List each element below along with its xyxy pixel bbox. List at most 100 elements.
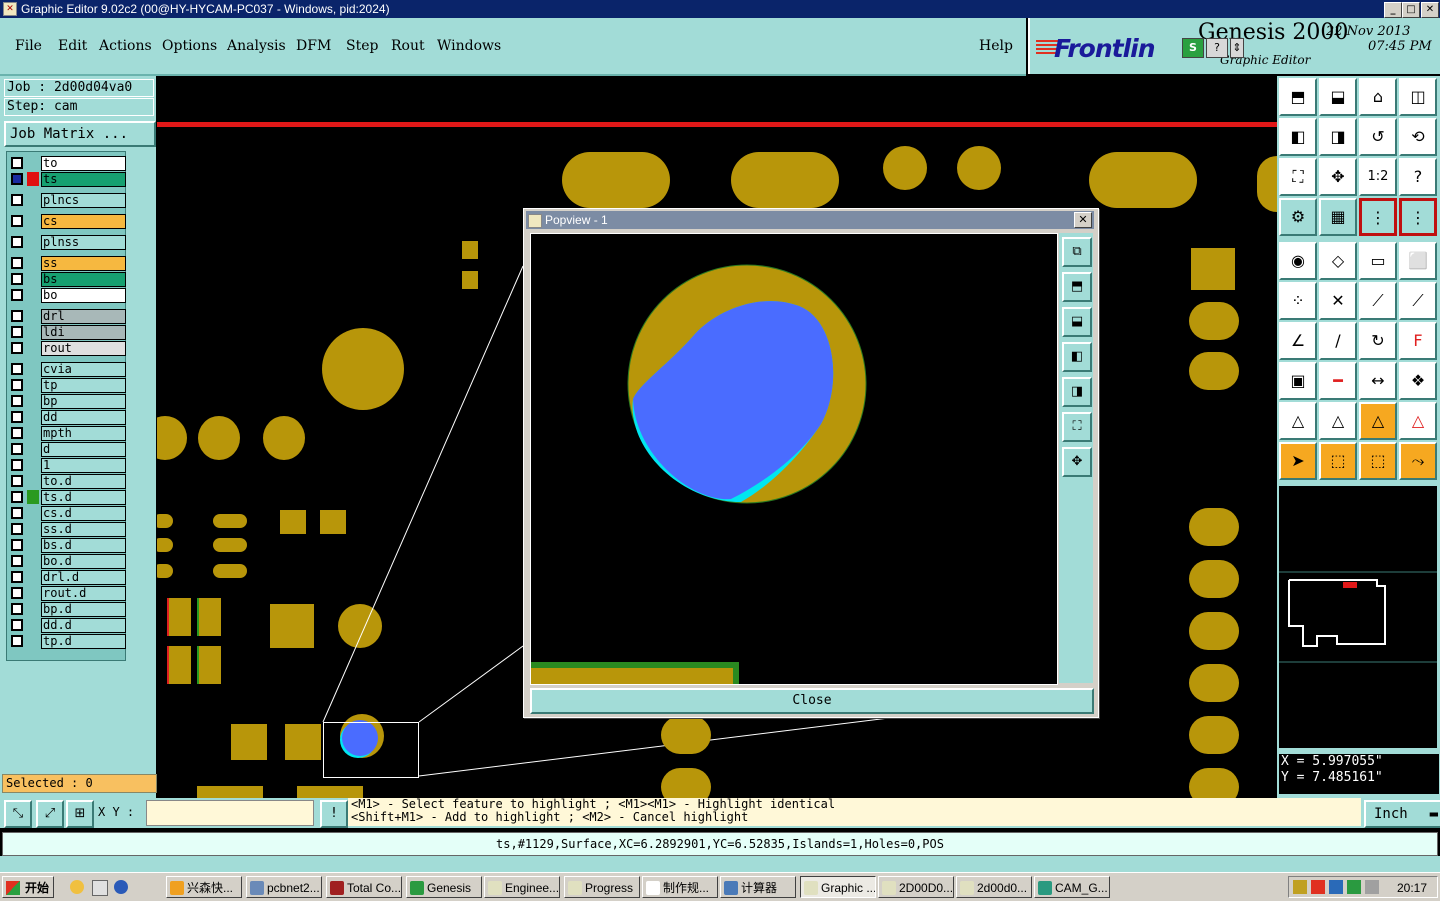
- ring-icon[interactable]: ⬜: [1399, 242, 1437, 280]
- layer-checkbox[interactable]: [11, 507, 23, 519]
- pv-fit-icon[interactable]: ⛶: [1062, 412, 1092, 442]
- copper-pad[interactable]: [1189, 612, 1239, 650]
- menu-windows[interactable]: Windows: [437, 38, 501, 54]
- quicklaunch-clock-icon[interactable]: [70, 880, 84, 894]
- tray-icon[interactable]: [1329, 880, 1343, 894]
- layer-name[interactable]: drl.d: [41, 570, 126, 585]
- layer-checkbox[interactable]: [11, 571, 23, 583]
- layer-name[interactable]: tp: [41, 378, 126, 393]
- layer-checkbox[interactable]: [11, 173, 23, 185]
- copper-pad[interactable]: [661, 716, 711, 754]
- menu-dfm[interactable]: DFM: [296, 38, 331, 54]
- layer-row[interactable]: drl: [7, 309, 126, 324]
- taskbar-item[interactable]: 2D00D0...: [878, 876, 954, 898]
- taskbar-item-active[interactable]: Graphic ...: [800, 876, 876, 898]
- snap-icon[interactable]: ⋮: [1359, 198, 1397, 236]
- tray-icon[interactable]: [1293, 880, 1307, 894]
- triangle-icon[interactable]: △: [1279, 402, 1317, 440]
- taskbar-clock[interactable]: 20:17: [1397, 880, 1427, 896]
- menu-file[interactable]: File: [15, 38, 42, 54]
- tray-icon[interactable]: [1311, 880, 1325, 894]
- layer-row[interactable]: rout: [7, 341, 126, 356]
- taskbar-item[interactable]: Progress: [564, 876, 640, 898]
- copper-pad[interactable]: [1189, 508, 1239, 546]
- select-box-icon[interactable]: ⬚: [1319, 442, 1357, 480]
- menu-step[interactable]: Step: [346, 38, 378, 54]
- layer-row[interactable]: cs: [7, 214, 126, 229]
- triangle-alt-icon[interactable]: △: [1319, 402, 1357, 440]
- menu-rout[interactable]: Rout: [391, 38, 425, 54]
- help-question-icon[interactable]: ?: [1206, 38, 1228, 58]
- scroll-arrows-icon[interactable]: ⇕: [1230, 38, 1244, 58]
- layer-name[interactable]: ts.d: [41, 490, 126, 505]
- minus-icon[interactable]: ━: [1319, 362, 1357, 400]
- quicklaunch-doc-icon[interactable]: [92, 880, 108, 896]
- copper-pad[interactable]: [1189, 302, 1239, 340]
- copper-pad[interactable]: [661, 768, 711, 798]
- layer-row[interactable]: to: [7, 156, 126, 171]
- cross-icon[interactable]: ✕: [1319, 282, 1357, 320]
- layer-checkbox[interactable]: [11, 257, 23, 269]
- copper-pad[interactable]: [1191, 248, 1235, 290]
- layer-row[interactable]: ss.d: [7, 522, 126, 537]
- scale-one-to-two-icon[interactable]: 1:2: [1359, 158, 1397, 196]
- copper-pad[interactable]: [1189, 560, 1239, 598]
- layer-row[interactable]: cs.d: [7, 506, 126, 521]
- overview-minimap[interactable]: [1279, 486, 1437, 748]
- taskbar-item[interactable]: CAM_G...: [1034, 876, 1110, 898]
- select-net-icon[interactable]: ⤳: [1399, 442, 1437, 480]
- layer-row[interactable]: bo.d: [7, 554, 126, 569]
- layer-name[interactable]: bo.d: [41, 554, 126, 569]
- popview-close-button[interactable]: Close: [530, 688, 1094, 714]
- layer-checkbox[interactable]: [11, 443, 23, 455]
- query-icon[interactable]: ?: [1399, 158, 1437, 196]
- layer-name[interactable]: plnss: [41, 235, 126, 250]
- layer-name[interactable]: bo: [41, 288, 126, 303]
- pan-right-icon[interactable]: ◨: [1319, 118, 1357, 156]
- layer-row[interactable]: cvia: [7, 362, 126, 377]
- menu-analysis[interactable]: Analysis: [227, 38, 286, 54]
- window-title-bar[interactable]: ✕ Graphic Editor 9.02c2 (00@HY-HYCAM-PC03…: [0, 0, 1440, 18]
- xy-coordinate-input[interactable]: [146, 800, 314, 826]
- pv-center-icon[interactable]: ✥: [1062, 447, 1092, 477]
- layer-row[interactable]: bo: [7, 288, 126, 303]
- taskbar-item[interactable]: Enginee...: [484, 876, 560, 898]
- layer-checkbox[interactable]: [11, 491, 23, 503]
- popview-close-icon[interactable]: ✕: [1074, 212, 1092, 228]
- taskbar-item[interactable]: Total Co...: [326, 876, 402, 898]
- layer-name[interactable]: bp.d: [41, 602, 126, 617]
- layer-row[interactable]: plncs: [7, 193, 126, 208]
- layer-row[interactable]: ss: [7, 256, 126, 271]
- arc-icon[interactable]: ↻: [1359, 322, 1397, 360]
- pv-pan-right-icon[interactable]: ◨: [1062, 377, 1092, 407]
- layer-row[interactable]: dd: [7, 410, 126, 425]
- taskbar-item[interactable]: Genesis: [406, 876, 482, 898]
- pad-move-icon[interactable]: ▣: [1279, 362, 1317, 400]
- line-icon[interactable]: ⟋: [1359, 282, 1397, 320]
- layer-checkbox[interactable]: [11, 395, 23, 407]
- layer-checkbox[interactable]: [11, 523, 23, 535]
- layer-checkbox[interactable]: [11, 342, 23, 354]
- layer-row[interactable]: ldi: [7, 325, 126, 340]
- menu-options[interactable]: Options: [162, 38, 217, 54]
- layer-checkbox[interactable]: [11, 363, 23, 375]
- layer-row[interactable]: drl.d: [7, 570, 126, 585]
- layer-row[interactable]: tp.d: [7, 634, 126, 649]
- layer-name[interactable]: ss.d: [41, 522, 126, 537]
- layer-checkbox[interactable]: [11, 310, 23, 322]
- layer-name[interactable]: plncs: [41, 193, 126, 208]
- home-icon[interactable]: ⌂: [1359, 78, 1397, 116]
- layer-name[interactable]: bs.d: [41, 538, 126, 553]
- line-alt-icon[interactable]: ⟋: [1399, 282, 1437, 320]
- layer-row[interactable]: rout.d: [7, 586, 126, 601]
- warning-icon[interactable]: !: [320, 800, 348, 828]
- layer-row[interactable]: to.d: [7, 474, 126, 489]
- layer-checkbox[interactable]: [11, 215, 23, 227]
- pv-zoom-icon[interactable]: ⧉: [1062, 237, 1092, 267]
- layer-checkbox[interactable]: [11, 587, 23, 599]
- select-arrow-icon[interactable]: ➤: [1279, 442, 1317, 480]
- add-surface-icon[interactable]: ◇: [1319, 242, 1357, 280]
- layer-row[interactable]: d: [7, 442, 126, 457]
- layer-checkbox[interactable]: [11, 635, 23, 647]
- group-icon[interactable]: ❖: [1399, 362, 1437, 400]
